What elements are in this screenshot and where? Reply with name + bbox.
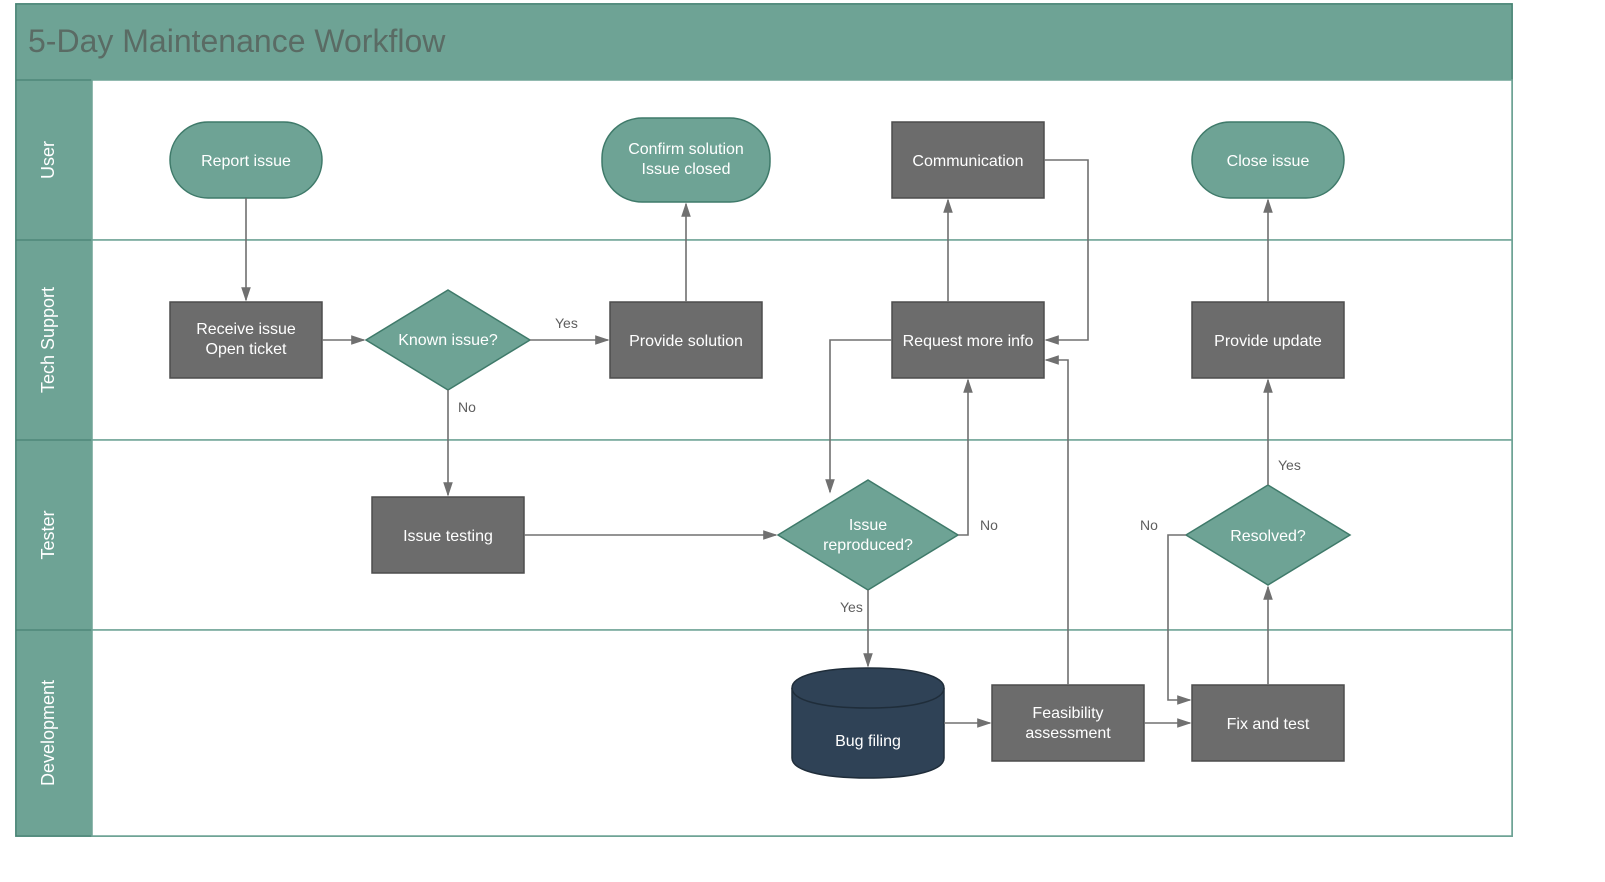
lane-label-user: User bbox=[38, 141, 58, 179]
svg-text:Issue closed: Issue closed bbox=[642, 161, 731, 178]
node-bug-filing[interactable]: Bug filing bbox=[792, 668, 944, 778]
svg-text:Communication: Communication bbox=[912, 153, 1023, 170]
edge-label-yes1: Yes bbox=[555, 315, 578, 331]
edge-label-no2: No bbox=[980, 517, 998, 533]
edge-label-no3: No bbox=[1140, 517, 1158, 533]
diagram-title: 5-Day Maintenance Workflow bbox=[28, 23, 446, 59]
svg-text:Fix and test: Fix and test bbox=[1227, 716, 1310, 733]
svg-text:Receive issue: Receive issue bbox=[196, 321, 296, 338]
edge-label-yes3: Yes bbox=[1278, 457, 1301, 473]
swimlane-diagram: 5-Day Maintenance Workflow User Tech Sup… bbox=[0, 0, 1605, 882]
svg-text:Resolved?: Resolved? bbox=[1230, 528, 1306, 545]
svg-text:assessment: assessment bbox=[1025, 725, 1111, 742]
node-report-issue[interactable]: Report issue bbox=[170, 122, 322, 198]
svg-text:Known issue?: Known issue? bbox=[398, 332, 498, 349]
lane-label-tester: Tester bbox=[38, 510, 58, 559]
node-issue-testing[interactable]: Issue testing bbox=[372, 497, 524, 573]
svg-text:Request more info: Request more info bbox=[903, 333, 1034, 350]
svg-text:Provide update: Provide update bbox=[1214, 333, 1322, 350]
svg-text:Issue testing: Issue testing bbox=[403, 528, 493, 545]
svg-text:Issue: Issue bbox=[849, 517, 887, 534]
svg-text:Bug filing: Bug filing bbox=[835, 733, 901, 750]
node-communication[interactable]: Communication bbox=[892, 122, 1044, 198]
lane-label-dev: Development bbox=[38, 680, 58, 786]
node-close-issue[interactable]: Close issue bbox=[1192, 122, 1344, 198]
svg-text:Close issue: Close issue bbox=[1227, 153, 1310, 170]
node-receive-issue[interactable]: Receive issue Open ticket bbox=[170, 302, 322, 378]
node-provide-solution[interactable]: Provide solution bbox=[610, 302, 762, 378]
lane-label-tech: Tech Support bbox=[38, 287, 58, 393]
svg-text:reproduced?: reproduced? bbox=[823, 537, 913, 554]
edge-label-yes2: Yes bbox=[840, 599, 863, 615]
node-request-info[interactable]: Request more info bbox=[892, 302, 1044, 378]
node-fix-and-test[interactable]: Fix and test bbox=[1192, 685, 1344, 761]
node-feasibility[interactable]: Feasibility assessment bbox=[992, 685, 1144, 761]
node-confirm-solution[interactable]: Confirm solution Issue closed bbox=[602, 118, 770, 202]
svg-text:Feasibility: Feasibility bbox=[1032, 705, 1103, 722]
edge-label-no1: No bbox=[458, 399, 476, 415]
node-provide-update[interactable]: Provide update bbox=[1192, 302, 1344, 378]
svg-text:Report issue: Report issue bbox=[201, 153, 291, 170]
svg-text:Open ticket: Open ticket bbox=[206, 341, 287, 358]
svg-text:Provide solution: Provide solution bbox=[629, 333, 743, 350]
svg-text:Confirm solution: Confirm solution bbox=[628, 141, 744, 158]
